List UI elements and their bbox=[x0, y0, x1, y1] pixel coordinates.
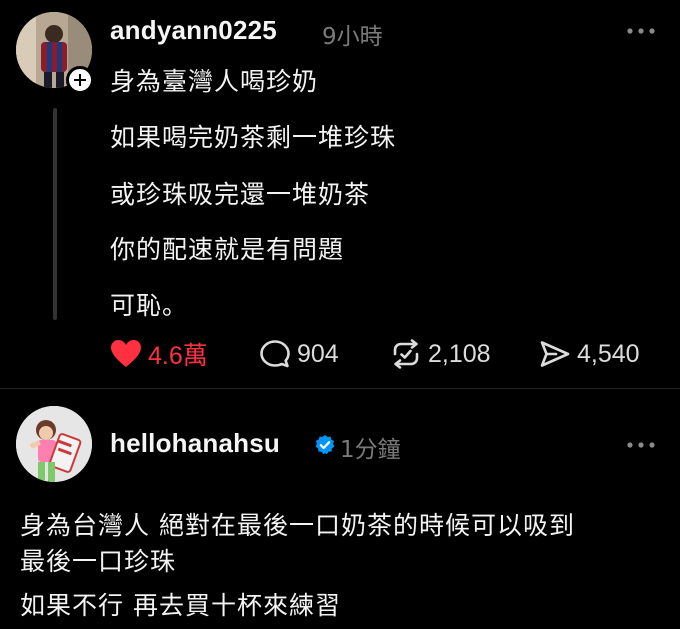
reply-author-username[interactable]: hellohanahsu bbox=[110, 428, 280, 459]
comment-button[interactable]: 904 bbox=[259, 338, 339, 370]
post-text-line: 或珍珠吸完還一堆奶茶 bbox=[110, 180, 371, 209]
author-username[interactable]: andyann0225 bbox=[110, 15, 277, 46]
more-options-icon[interactable] bbox=[626, 26, 656, 36]
repost-button[interactable]: 2,108 bbox=[390, 338, 491, 370]
post-text-line: 如果喝完奶茶剩一堆珍珠 bbox=[110, 123, 397, 152]
verified-badge-icon bbox=[315, 435, 335, 455]
more-options-icon[interactable] bbox=[626, 440, 656, 450]
post-timestamp: 9小時 bbox=[322, 24, 383, 50]
avatar-photo bbox=[16, 406, 92, 482]
post-text-line: 你的配速就是有問題 bbox=[110, 235, 345, 264]
post-text-line: 身為臺灣人喝珍奶 bbox=[110, 67, 319, 96]
follow-plus-icon bbox=[74, 74, 86, 86]
reply-text-line: 如果不行 再去買十杯來練習 bbox=[20, 591, 341, 620]
like-count: 4.6萬 bbox=[148, 342, 208, 370]
reply-text-line: 最後一口珍珠 bbox=[20, 547, 177, 576]
follow-button[interactable] bbox=[66, 66, 94, 94]
heart-icon bbox=[111, 340, 141, 367]
share-button[interactable]: 4,540 bbox=[539, 338, 640, 370]
reply-timestamp: 1分鐘 bbox=[340, 437, 401, 463]
reply-text-line: 身為台灣人 絕對在最後一口奶茶的時候可以吸到 bbox=[20, 511, 575, 540]
post-text-line: 可恥。 bbox=[110, 291, 189, 320]
share-count: 4,540 bbox=[577, 339, 640, 368]
thread-connector-line bbox=[53, 108, 57, 320]
post-divider bbox=[0, 388, 680, 389]
like-button[interactable]: 4.6萬 bbox=[110, 338, 208, 370]
share-icon bbox=[540, 341, 570, 367]
comment-count: 904 bbox=[297, 339, 339, 368]
reply-author-avatar[interactable] bbox=[16, 406, 92, 482]
thread-post: andyann0225 9小時 身為臺灣人喝珍奶 如果喝完奶茶剩一堆珍珠 或珍珠… bbox=[0, 0, 680, 390]
repost-count: 2,108 bbox=[428, 339, 491, 368]
repost-icon bbox=[393, 339, 419, 369]
comment-icon bbox=[260, 340, 290, 368]
